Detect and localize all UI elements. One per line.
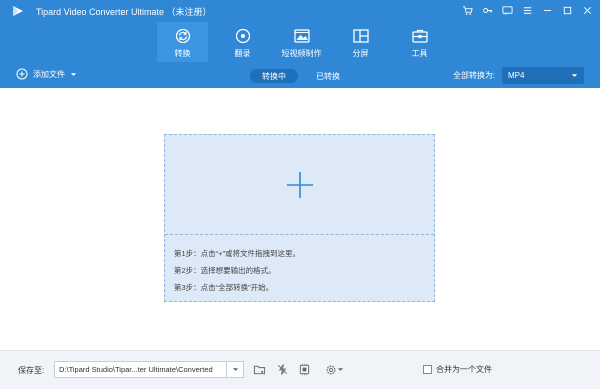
app-header: Tipard Video Converter Ultimate （未注册） 转换…	[0, 0, 600, 88]
merge-checkbox[interactable]	[423, 365, 432, 374]
instruction-steps: 第1步：点击“+”或将文件拖拽到这里。 第2步：选择想要输出的格式。 第3步：点…	[174, 245, 300, 296]
add-circle-icon	[16, 68, 28, 80]
add-file-button[interactable]: 添加文件	[16, 68, 77, 80]
tab-rip-label: 翻录	[234, 49, 251, 58]
output-path-field[interactable]: D:\Tipard Studio\Tipar...ter Ultimate\Co…	[54, 361, 226, 378]
tab-rip[interactable]: 翻录	[217, 22, 268, 62]
output-format-select[interactable]: MP4	[502, 67, 584, 84]
status-segmented-control: 转换中 已转换	[250, 69, 352, 83]
tab-collage[interactable]: 分屏	[335, 22, 386, 62]
mv-image-icon	[293, 29, 310, 43]
tab-convert[interactable]: 转换	[157, 22, 208, 62]
tab-collage-label: 分屏	[352, 49, 369, 58]
folder-icon	[253, 365, 266, 375]
step-2-text: 第2步：选择想要输出的格式。	[174, 266, 276, 275]
collage-icon	[352, 29, 369, 43]
chevron-down-icon	[337, 368, 343, 371]
app-logo-icon	[13, 6, 23, 16]
toolbar: 添加文件 转换中 已转换 全部转换为: MP4	[0, 64, 600, 88]
main-nav: 转换 翻录 短视频制作 分屏 工具	[157, 22, 445, 62]
format-value: MP4	[508, 71, 525, 80]
file-drop-zone[interactable]: 第1步：点击“+”或将文件拖拽到这里。 第2步：选择想要输出的格式。 第3步：点…	[164, 134, 435, 302]
step-3-text: 第3步：点击“全部转换”开始。	[174, 283, 274, 292]
hardware-accel-button[interactable]	[275, 362, 290, 377]
plus-icon[interactable]	[285, 170, 315, 200]
footer-bar: 保存至: D:\Tipard Studio\Tipar...ter Ultima…	[0, 350, 600, 389]
settings-button[interactable]	[320, 362, 348, 377]
save-to-label: 保存至:	[18, 366, 45, 375]
title-bar: Tipard Video Converter Ultimate （未注册）	[0, 0, 600, 22]
tab-converting[interactable]: 转换中	[250, 69, 298, 83]
window-controls	[460, 3, 594, 17]
chevron-down-icon	[571, 74, 578, 77]
main-area: 第1步：点击“+”或将文件拖拽到这里。 第2步：选择想要输出的格式。 第3步：点…	[0, 88, 600, 350]
chevron-down-icon	[232, 368, 238, 371]
step-1-text: 第1步：点击“+”或将文件拖拽到这里。	[174, 249, 301, 258]
open-folder-button[interactable]	[252, 362, 267, 377]
tab-convert-label: 转换	[174, 49, 191, 58]
tab-mv-label: 短视频制作	[281, 49, 322, 58]
tab-toolbox[interactable]: 工具	[394, 22, 445, 62]
maximize-icon[interactable]	[560, 3, 574, 17]
rip-disc-icon	[235, 28, 250, 44]
chevron-down-icon[interactable]	[70, 71, 77, 78]
tab-converted[interactable]: 已转换	[304, 69, 352, 83]
menu-icon[interactable]	[520, 3, 534, 17]
toolbox-icon	[411, 29, 428, 43]
feedback-icon[interactable]	[500, 3, 514, 17]
key-icon[interactable]	[480, 3, 494, 17]
lightning-off-icon	[278, 364, 287, 375]
close-icon[interactable]	[580, 3, 594, 17]
drop-target[interactable]	[165, 135, 434, 235]
app-title: Tipard Video Converter Ultimate （未注册）	[36, 7, 212, 17]
tab-toolbox-label: 工具	[411, 49, 428, 58]
output-path-value: D:\Tipard Studio\Tipar...ter Ultimate\Co…	[59, 365, 213, 374]
gpu-chip-icon	[299, 363, 310, 376]
path-dropdown-button[interactable]	[226, 361, 244, 378]
minimize-icon[interactable]	[540, 3, 554, 17]
gear-icon	[326, 365, 335, 374]
convert-icon	[175, 28, 190, 44]
tab-mv[interactable]: 短视频制作	[276, 22, 327, 62]
merge-option[interactable]: 合并为一个文件	[423, 364, 492, 375]
add-file-label: 添加文件	[33, 69, 65, 79]
merge-label: 合并为一个文件	[436, 365, 492, 374]
gpu-accel-button[interactable]	[297, 362, 312, 377]
cart-icon[interactable]	[460, 3, 474, 17]
convert-all-label: 全部转换为:	[453, 71, 496, 80]
